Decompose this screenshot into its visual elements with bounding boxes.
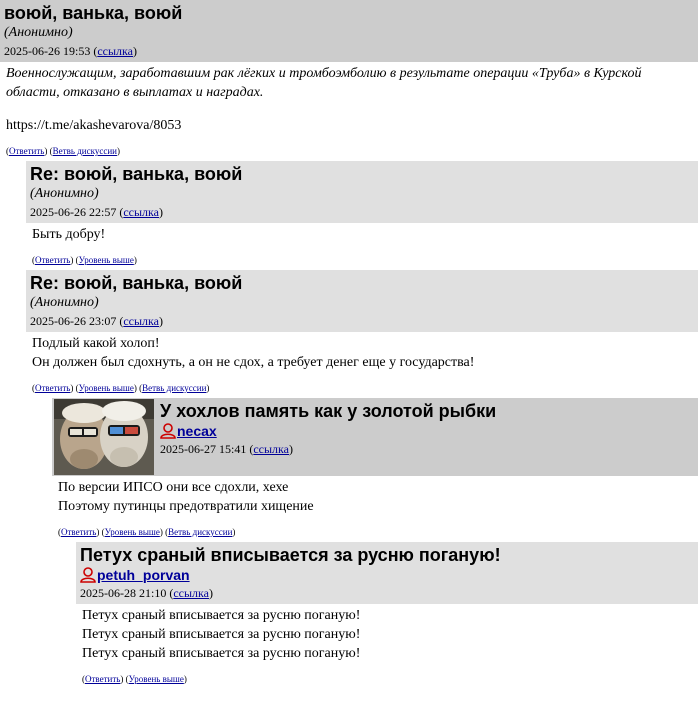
comment-text-line: По версии ИПСО они все сдохли, хехе bbox=[58, 480, 289, 495]
comment-date-line: 2025-06-26 22:57 (ссылка) bbox=[30, 205, 164, 219]
level-up-link[interactable]: Уровень выше bbox=[129, 674, 184, 684]
comment-actions: (Ответить) (Уровень выше) (Ветвь дискусс… bbox=[58, 527, 236, 537]
comment-body: Военнослужащим, заработавшим рак лёгких … bbox=[0, 62, 698, 141]
reply-link[interactable]: Ответить bbox=[85, 674, 120, 684]
comment-actions: (Ответить) (Уровень выше) (Ветвь дискусс… bbox=[32, 383, 210, 393]
comment-reply-3: У хохлов память как у золотой рыбки neca… bbox=[52, 398, 698, 542]
level-up-link[interactable]: Уровень выше bbox=[105, 527, 160, 537]
comment-body: Петух сраный вписывается за русню погану… bbox=[76, 604, 698, 669]
comment-author-line: petuh_porvan bbox=[80, 566, 694, 584]
comment-actions: (Ответить) (Уровень выше) bbox=[82, 674, 187, 684]
comment-permalink[interactable]: ссылка bbox=[123, 314, 159, 328]
thread-link[interactable]: Ветвь дискуссии bbox=[168, 527, 232, 537]
comment-author: (Анонимно) bbox=[30, 186, 99, 201]
reply-link[interactable]: Ответить bbox=[35, 255, 70, 265]
avatar-image[interactable] bbox=[54, 399, 154, 475]
reply-link[interactable]: Ответить bbox=[9, 146, 44, 156]
comment-text-line: Он должен был сдохнуть, а он не сдох, а … bbox=[32, 355, 475, 370]
comment-url: https://t.me/akashevarova/8053 bbox=[6, 118, 182, 133]
comment-reply-4: Петух сраный вписывается за русню погану… bbox=[76, 542, 698, 689]
comment-date-line: 2025-06-27 15:41 (ссылка) bbox=[160, 442, 294, 456]
comment-permalink[interactable]: ссылка bbox=[253, 442, 289, 456]
comment-date-line: 2025-06-26 19:53 (ссылка) bbox=[4, 44, 138, 58]
level-up-link[interactable]: Уровень выше bbox=[79, 383, 134, 393]
comment-title: Петух сраный вписывается за русню погану… bbox=[80, 545, 501, 565]
comment-text: Военнослужащим, заработавшим рак лёгких … bbox=[6, 66, 642, 100]
comment-text-line: Поэтому путинцы предотвратили хищение bbox=[58, 499, 314, 514]
comment-permalink[interactable]: ссылка bbox=[173, 586, 209, 600]
user-icon bbox=[160, 423, 176, 439]
comment-date-line: 2025-06-26 23:07 (ссылка) bbox=[30, 314, 164, 328]
comment-date: 2025-06-27 15:41 bbox=[160, 442, 247, 456]
comment-reply-2: Re: воюй, ванька, воюй (Анонимно) 2025-0… bbox=[26, 270, 698, 398]
comment-actions: (Ответить) (Уровень выше) bbox=[32, 255, 137, 265]
comment-author: (Анонимно) bbox=[4, 25, 73, 40]
comment-thread: воюй, ванька, воюй (Анонимно) 2025-06-26… bbox=[0, 0, 698, 689]
comment-date: 2025-06-28 21:10 bbox=[80, 586, 167, 600]
thread-link[interactable]: Ветвь дискуссии bbox=[53, 146, 117, 156]
comment-header: Петух сраный вписывается за русню погану… bbox=[76, 542, 698, 604]
comment-title: У хохлов память как у золотой рыбки bbox=[160, 401, 497, 421]
comment-text: Быть добру! bbox=[32, 227, 106, 242]
comment-body: Быть добру! bbox=[26, 223, 698, 250]
comment-title: Re: воюй, ванька, воюй bbox=[30, 164, 243, 184]
comment-author: (Анонимно) bbox=[30, 295, 99, 310]
comment-header: воюй, ванька, воюй (Анонимно) 2025-06-26… bbox=[0, 0, 698, 62]
comment-body: По версии ИПСО они все сдохли, хехе Поэт… bbox=[52, 476, 698, 522]
comment-header: У хохлов память как у золотой рыбки neca… bbox=[52, 398, 698, 476]
user-icon bbox=[80, 567, 96, 583]
comment-title: Re: воюй, ванька, воюй bbox=[30, 273, 243, 293]
author-link[interactable]: petuh_porvan bbox=[97, 566, 190, 584]
comment-reply-1: Re: воюй, ванька, воюй (Анонимно) 2025-0… bbox=[26, 161, 698, 270]
comment-author-line: necax bbox=[160, 422, 496, 440]
comment-text-line: Петух сраный вписывается за русню погану… bbox=[82, 608, 361, 623]
comment-root: воюй, ванька, воюй (Анонимно) 2025-06-26… bbox=[0, 0, 698, 161]
level-up-link[interactable]: Уровень выше bbox=[79, 255, 134, 265]
comment-text-line: Петух сраный вписывается за русню погану… bbox=[82, 627, 361, 642]
comment-date: 2025-06-26 22:57 bbox=[30, 205, 117, 219]
author-link[interactable]: necax bbox=[177, 422, 217, 440]
comment-body: Подлый какой холоп! Он должен был сдохну… bbox=[26, 332, 698, 378]
comment-text-line: Подлый какой холоп! bbox=[32, 336, 160, 351]
comment-date-line: 2025-06-28 21:10 (ссылка) bbox=[80, 586, 214, 600]
comment-meta: У хохлов память как у золотой рыбки neca… bbox=[156, 398, 500, 460]
comment-title: воюй, ванька, воюй bbox=[4, 3, 183, 23]
avatar-picture bbox=[54, 399, 154, 475]
comment-date: 2025-06-26 19:53 bbox=[4, 44, 91, 58]
thread-link[interactable]: Ветвь дискуссии bbox=[142, 383, 206, 393]
comment-text-line: Петух сраный вписывается за русню погану… bbox=[82, 646, 361, 661]
comment-header: Re: воюй, ванька, воюй (Анонимно) 2025-0… bbox=[26, 161, 698, 223]
comment-header: Re: воюй, ванька, воюй (Анонимно) 2025-0… bbox=[26, 270, 698, 332]
reply-link[interactable]: Ответить bbox=[61, 527, 96, 537]
comment-permalink[interactable]: ссылка bbox=[123, 205, 159, 219]
comment-date: 2025-06-26 23:07 bbox=[30, 314, 117, 328]
comment-permalink[interactable]: ссылка bbox=[97, 44, 133, 58]
reply-link[interactable]: Ответить bbox=[35, 383, 70, 393]
comment-actions: (Ответить) (Ветвь дискуссии) bbox=[6, 146, 120, 156]
